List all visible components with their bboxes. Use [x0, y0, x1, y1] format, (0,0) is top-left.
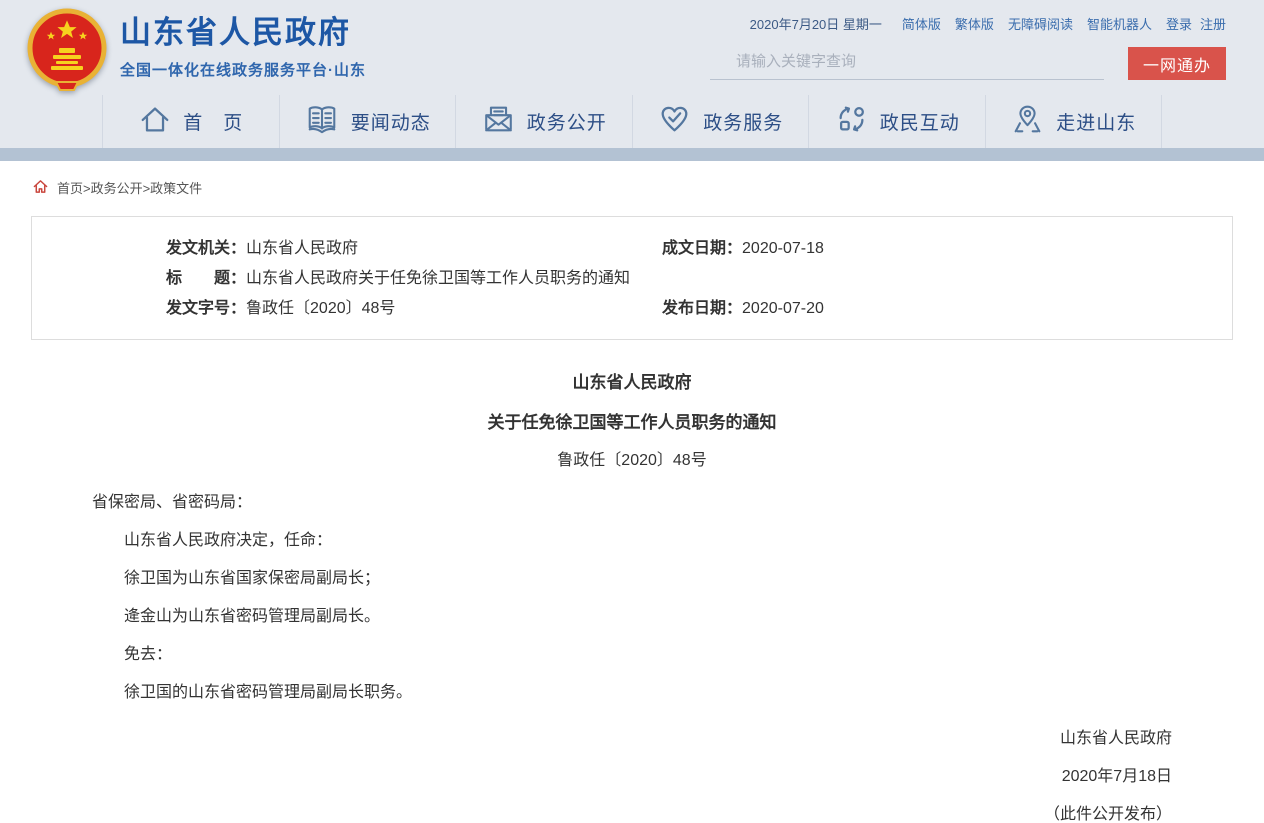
link-traditional-chinese[interactable]: 繁体版 — [955, 14, 994, 33]
one-net-access-button[interactable]: 一网通办 — [1128, 47, 1226, 80]
paragraph: 徐卫国的山东省密码管理局副局长职务。 — [92, 685, 1172, 701]
breadcrumb-path[interactable]: 首页>政务公开>政策文件 — [57, 178, 202, 197]
document-title-line1: 山东省人民政府 — [92, 374, 1172, 391]
envelope-icon — [481, 102, 516, 142]
document-body: 山东省人民政府 关于任免徐卫国等工作人员职务的通知 鲁政任〔2020〕48号 省… — [0, 340, 1264, 823]
signature-note: （此件公开发布） — [92, 807, 1172, 823]
paragraph: 徐卫国为山东省国家保密局副局长； — [92, 571, 1172, 587]
nav-item-gov-info[interactable]: 政务公开 — [455, 95, 632, 148]
publish-date-value: 2020-07-20 — [742, 300, 824, 317]
written-date-label: 成文日期： — [662, 240, 742, 257]
nav-item-gov-services[interactable]: 政务服务 — [632, 95, 809, 148]
issuing-agency-value: 山东省人民政府 — [246, 240, 358, 257]
nav-item-label: 政务服务 — [703, 108, 783, 135]
nav-item-label: 要闻动态 — [351, 108, 431, 135]
doc-title-value: 山东省人民政府关于任免徐卫国等工作人员职务的通知 — [246, 270, 630, 287]
document-meta-box: 发文机关：山东省人民政府 成文日期：2020-07-18 标 题：山东省人民政府… — [31, 216, 1233, 340]
meta-row: 发文字号：鲁政任〔2020〕48号 发布日期：2020-07-20 — [32, 294, 1232, 324]
nav-item-home[interactable]: 首 页 — [102, 95, 279, 148]
link-smart-robot[interactable]: 智能机器人 — [1087, 14, 1152, 33]
site-subtitle: 全国一体化在线政务服务平台·山东 — [120, 59, 366, 80]
search-input[interactable] — [710, 48, 1104, 80]
site-header: 山东省人民政府 全国一体化在线政务服务平台·山东 2020年7月20日 星期一 … — [0, 0, 1264, 95]
map-pin-icon — [1010, 102, 1045, 142]
breadcrumb-home-icon[interactable] — [33, 179, 48, 197]
home-icon — [138, 102, 172, 142]
paragraph: 省保密局、省密码局： — [92, 495, 1172, 511]
link-accessibility[interactable]: 无障碍阅读 — [1008, 14, 1073, 33]
document-title-line2: 关于任免徐卫国等工作人员职务的通知 — [92, 414, 1172, 431]
written-date-value: 2020-07-18 — [742, 240, 824, 257]
signature-org: 山东省人民政府 — [92, 731, 1172, 747]
link-login[interactable]: 登录 — [1166, 14, 1192, 33]
interaction-arrows-icon — [834, 102, 869, 142]
national-emblem-icon — [26, 8, 108, 92]
nav-item-label: 走进山东 — [1056, 108, 1136, 135]
paragraph: 逄金山为山东省密码管理局副局长。 — [92, 609, 1172, 625]
doc-number-value: 鲁政任〔2020〕48号 — [246, 300, 395, 317]
nav-divider-strip — [0, 148, 1264, 161]
paragraph: 免去： — [92, 647, 1172, 663]
nav-item-label: 首 页 — [183, 108, 243, 135]
paragraph: 山东省人民政府决定，任命： — [92, 533, 1172, 549]
issuing-agency-label: 发文机关： — [166, 240, 246, 257]
site-title: 山东省人民政府 — [120, 15, 366, 51]
site-brand[interactable]: 山东省人民政府 全国一体化在线政务服务平台·山东 — [26, 0, 366, 95]
publish-date-label: 发布日期： — [662, 300, 742, 317]
document-number: 鲁政任〔2020〕48号 — [92, 453, 1172, 469]
meta-row: 发文机关：山东省人民政府 成文日期：2020-07-18 — [32, 234, 1232, 264]
doc-number-label: 发文字号： — [166, 300, 246, 317]
news-icon — [304, 102, 340, 142]
current-date: 2020年7月20日 星期一 — [750, 14, 882, 33]
signature-date: 2020年7月18日 — [92, 769, 1172, 785]
top-utility-bar: 2020年7月20日 星期一 简体版 繁体版 无障碍阅读 智能机器人 登录 注册 — [696, 14, 1226, 33]
link-register[interactable]: 注册 — [1200, 14, 1226, 33]
header-right: 2020年7月20日 星期一 简体版 繁体版 无障碍阅读 智能机器人 登录 注册… — [696, 0, 1226, 95]
nav-item-about-shandong[interactable]: 走进山东 — [985, 95, 1163, 148]
main-nav: 首 页 要闻动态 政务公开 — [0, 95, 1264, 148]
signature-block: 山东省人民政府 2020年7月18日 （此件公开发布） — [92, 731, 1172, 823]
doc-title-label: 标 题： — [166, 270, 246, 287]
nav-item-interaction[interactable]: 政民互动 — [808, 95, 985, 148]
link-simplified-chinese[interactable]: 简体版 — [902, 14, 941, 33]
meta-row: 标 题：山东省人民政府关于任免徐卫国等工作人员职务的通知 — [32, 264, 1232, 294]
breadcrumb: 首页>政务公开>政策文件 — [0, 161, 1264, 210]
nav-item-label: 政民互动 — [880, 108, 960, 135]
heart-check-icon — [657, 102, 692, 142]
nav-item-label: 政务公开 — [527, 108, 607, 135]
nav-item-news[interactable]: 要闻动态 — [279, 95, 456, 148]
